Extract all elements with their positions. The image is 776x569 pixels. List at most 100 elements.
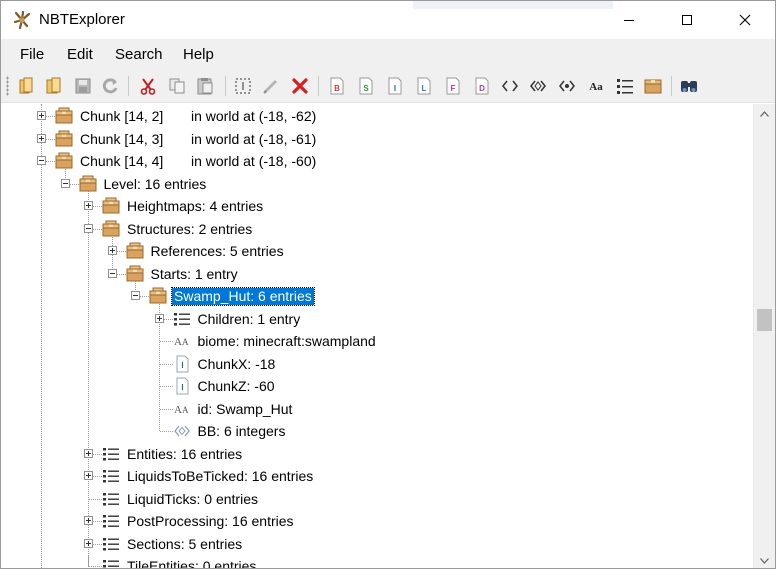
add-int-button[interactable]: I [384,75,406,97]
maximize-button[interactable] [664,1,710,39]
list-icon [102,512,120,530]
close-button[interactable] [722,1,768,39]
expander-bar [41,135,42,141]
tree-node[interactable]: BB: 6 integers [1,420,753,442]
add-int-array-button[interactable] [527,75,549,97]
tree-node[interactable]: A Aid: Swamp_Hut [1,398,753,420]
tree-branch-line [159,341,173,342]
expand-icon[interactable] [37,133,46,143]
refresh-button[interactable] [99,75,121,97]
rename-button[interactable] [232,75,254,97]
expand-icon[interactable] [84,538,93,548]
menu-help[interactable]: Help [183,46,214,63]
add-long-array-button[interactable] [556,75,578,97]
tree-node[interactable]: Chunk [14, 2] in world at (-18, -62) [1,105,753,127]
menu-file[interactable]: File [20,46,44,63]
open-file-button[interactable] [16,75,38,97]
menu-edit[interactable]: Edit [67,46,93,63]
tree-node[interactable]: A Abiome: minecraft:swampland [1,330,753,352]
expand-icon[interactable] [84,201,93,210]
add-float-icon: F [443,76,463,96]
tree-node-label: ChunkZ: -60 [197,378,275,394]
tree-node[interactable]: PostProcessing: 16 entries [1,510,753,532]
add-double-button[interactable]: D [471,75,493,97]
tree-node[interactable]: Sections: 5 entries [1,533,753,555]
tree-node-label: Heightmaps: 4 entries [127,198,264,214]
tree-node[interactable]: Level: 16 entries [1,173,753,195]
collapse-icon[interactable] [84,223,93,233]
copy-button[interactable] [166,75,188,97]
tree-node[interactable]: LiquidsToBeTicked: 16 entries [1,465,753,487]
tree-node[interactable]: Chunk [14, 4] in world at (-18, -60) [1,150,753,172]
refresh-icon [100,76,120,96]
svg-text:I: I [181,361,183,370]
tree-node-label: Sections: 5 entries [127,535,243,552]
tree-node[interactable]: LiquidTicks: 0 entries [1,488,753,510]
tree-node[interactable]: Children: 1 entry [1,308,753,330]
scrollbar-thumb[interactable] [757,308,772,331]
title-bar[interactable]: NBTExplorer [1,1,775,39]
tree-node-label: Starts: 1 entry [150,265,238,282]
tree-node-location: in world at (-18, -60) [191,153,317,169]
cut-button[interactable] [137,75,159,97]
collapse-icon[interactable] [60,178,70,188]
expand-icon[interactable] [37,111,46,120]
tree-node[interactable]: Heightmaps: 4 entries [1,195,753,217]
menu-search[interactable]: Search [115,46,163,63]
add-int-icon: I [385,76,405,96]
tree-node[interactable]: Starts: 1 entry [1,263,753,285]
svg-text:D: D [479,84,485,93]
save-button[interactable] [72,75,94,97]
compound-icon [149,287,167,305]
background-window-sliver [413,1,613,9]
expander-bar [62,182,68,184]
tree-node[interactable]: References: 5 entries [1,240,753,262]
list-icon [102,557,120,568]
add-compound-button[interactable] [642,75,664,97]
add-short-button[interactable]: S [355,75,377,97]
chunk-icon [55,107,73,125]
tree-node[interactable]: Swamp_Hut: 6 entries [1,285,753,307]
tree-node[interactable]: I ChunkX: -18 [1,353,753,375]
expand-icon[interactable] [84,516,93,525]
delete-button[interactable] [289,75,311,97]
tree-branch-line [159,408,173,410]
collapse-icon[interactable] [107,268,117,278]
svg-text:A: A [182,405,189,415]
expander-bar [39,160,44,161]
rename-icon [233,76,253,96]
tree-node[interactable]: Chunk [14, 3] in world at (-18, -61) [1,128,753,150]
toolbar-grip[interactable] [6,76,9,96]
compound-icon [102,197,120,215]
tree-node[interactable]: TileEntities: 0 entries [1,555,753,568]
tree-node[interactable]: Structures: 2 entries [1,218,753,240]
add-byte-button[interactable]: B [326,75,348,97]
add-string-button[interactable]: Aa [585,75,607,97]
svg-text:I: I [181,383,183,392]
open-folder-icon [44,76,64,96]
vertical-scrollbar[interactable] [753,104,775,568]
add-byte-array-button[interactable] [499,75,521,97]
tree-node[interactable]: I ChunkZ: -60 [1,375,753,397]
toolbar-separator [671,76,672,96]
expand-icon[interactable] [84,471,93,480]
scroll-up-button[interactable] [754,104,775,121]
tree-node[interactable]: Entities: 16 entries [1,443,753,465]
expand-icon[interactable] [154,313,164,323]
edit-button[interactable] [260,75,282,97]
toolbar-separator [225,76,226,96]
minimize-button[interactable] [606,1,652,39]
nbt-tree-view[interactable]: Chunk [14, 2] in world at (-18, -62) Chunk… [1,104,753,568]
delete-icon [290,76,310,96]
add-list-button[interactable] [614,75,636,97]
expand-icon[interactable] [107,246,117,255]
collapse-icon[interactable] [37,156,46,165]
paste-button[interactable] [194,75,216,97]
add-long-button[interactable]: L [413,75,435,97]
find-button[interactable] [678,75,700,97]
open-folder-button[interactable] [43,75,65,97]
expand-icon[interactable] [84,448,93,458]
add-float-button[interactable]: F [442,75,464,97]
scroll-down-button[interactable] [754,551,775,568]
collapse-icon[interactable] [131,291,140,300]
